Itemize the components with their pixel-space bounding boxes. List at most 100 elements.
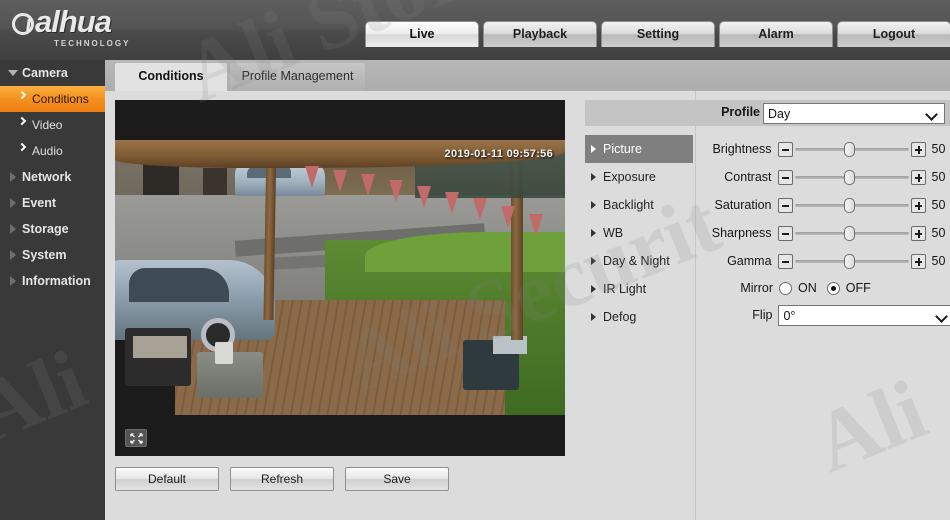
- fullscreen-icon[interactable]: [125, 429, 147, 447]
- brightness-slider-thumb[interactable]: [843, 141, 855, 157]
- triangle-right-icon: [591, 173, 596, 181]
- profile-bar: Profile Day: [585, 100, 950, 126]
- gamma-increase-button[interactable]: [910, 253, 926, 269]
- submenu-item-wb[interactable]: WB: [585, 219, 693, 247]
- mirror-off-radio[interactable]: [826, 281, 840, 295]
- brightness-label: Brightness: [712, 142, 772, 156]
- submenu-item-defog[interactable]: Defog: [585, 303, 693, 331]
- mirror-row: Mirror ON OFF: [705, 275, 950, 301]
- flip-label: Flip: [752, 308, 773, 322]
- saturation-decrease-button[interactable]: [777, 197, 793, 213]
- sidebar-item-label: Network: [22, 170, 72, 184]
- flip-select[interactable]: 0°: [778, 304, 950, 326]
- gamma-value: 50: [931, 254, 946, 268]
- gamma-slider-thumb[interactable]: [843, 253, 855, 269]
- gamma-slider[interactable]: [794, 253, 909, 269]
- mirror-label: Mirror: [740, 281, 773, 295]
- settings-submenu: Picture Exposure Backlight WB Day & Nigh…: [585, 135, 693, 331]
- sidebar-item-event[interactable]: Event: [0, 190, 105, 216]
- triangle-right-icon: [591, 229, 596, 237]
- saturation-increase-button[interactable]: [910, 197, 926, 213]
- contrast-decrease-button[interactable]: [777, 169, 793, 185]
- sharpness-increase-button[interactable]: [910, 225, 926, 241]
- brand-name-label: alhua: [35, 4, 112, 39]
- sharpness-slider-thumb[interactable]: [843, 225, 855, 241]
- brightness-value: 50: [931, 142, 946, 156]
- sharpness-label: Sharpness: [711, 226, 772, 240]
- sidebar-item-label: Conditions: [32, 92, 89, 106]
- chevron-down-icon: [935, 309, 948, 323]
- contrast-slider[interactable]: [794, 169, 909, 185]
- sidebar-item-camera[interactable]: Camera: [0, 60, 105, 86]
- sidebar-item-conditions[interactable]: Conditions: [0, 86, 105, 112]
- brightness-increase-button[interactable]: [910, 141, 926, 157]
- video-scene-image: [115, 140, 565, 415]
- brightness-decrease-button[interactable]: [777, 141, 793, 157]
- saturation-slider-thumb[interactable]: [843, 197, 855, 213]
- gamma-decrease-button[interactable]: [777, 253, 793, 269]
- triangle-right-icon: [10, 276, 16, 286]
- sidebar-item-storage[interactable]: Storage: [0, 216, 105, 242]
- nav-tab-alarm[interactable]: Alarm: [719, 21, 833, 47]
- tab-conditions[interactable]: Conditions: [115, 63, 227, 91]
- sharpness-slider[interactable]: [794, 225, 909, 241]
- contrast-label: Contrast: [724, 170, 772, 184]
- chevron-down-icon: [8, 70, 18, 76]
- submenu-item-picture[interactable]: Picture: [585, 135, 693, 163]
- nav-tab-logout[interactable]: Logout: [837, 21, 950, 47]
- sidebar-item-system[interactable]: System: [0, 242, 105, 268]
- gamma-label: Gamma: [727, 254, 772, 268]
- app-header: alhua TECHNOLOGY Live Playback Setting A…: [0, 0, 950, 60]
- submenu-item-day-and-night[interactable]: Day & Night: [585, 247, 693, 275]
- chevron-right-icon: [17, 90, 27, 100]
- saturation-slider[interactable]: [794, 197, 909, 213]
- slider-row-contrast: Contrast 50: [705, 163, 950, 191]
- sidebar-item-label: Audio: [32, 144, 63, 158]
- sharpness-value: 50: [931, 226, 946, 240]
- contrast-increase-button[interactable]: [910, 169, 926, 185]
- brightness-slider[interactable]: [794, 141, 909, 157]
- scene-car-window: [129, 268, 229, 302]
- flip-select-value: 0°: [783, 308, 796, 323]
- submenu-item-backlight[interactable]: Backlight: [585, 191, 693, 219]
- refresh-button[interactable]: Refresh: [230, 467, 334, 491]
- top-navigation: Live Playback Setting Alarm Logout: [365, 21, 950, 47]
- sharpness-decrease-button[interactable]: [777, 225, 793, 241]
- submenu-item-exposure[interactable]: Exposure: [585, 163, 693, 191]
- nav-tab-setting[interactable]: Setting: [601, 21, 715, 47]
- submenu-item-label: Picture: [603, 142, 642, 156]
- save-button[interactable]: Save: [345, 467, 449, 491]
- submenu-item-label: IR Light: [603, 282, 647, 296]
- saturation-label: Saturation: [714, 198, 772, 212]
- sidebar-item-network[interactable]: Network: [0, 164, 105, 190]
- sidebar: Camera Conditions Video Audio Network Ev…: [0, 60, 105, 520]
- brand-tagline: TECHNOLOGY: [54, 39, 131, 48]
- nav-tab-playback[interactable]: Playback: [483, 21, 597, 47]
- sidebar-item-information[interactable]: Information: [0, 268, 105, 294]
- panel-divider: [695, 91, 696, 520]
- picture-controls: Brightness 50 Contrast 50 Saturation 50: [705, 135, 950, 329]
- submenu-item-label: WB: [603, 226, 624, 240]
- sidebar-item-video[interactable]: Video: [0, 112, 105, 138]
- mirror-on-label: ON: [798, 281, 817, 295]
- sidebar-item-label: Video: [32, 118, 63, 132]
- slider-row-gamma: Gamma 50: [705, 247, 950, 275]
- contrast-value: 50: [931, 170, 946, 184]
- submenu-item-ir-light[interactable]: IR Light: [585, 275, 693, 303]
- video-preview[interactable]: 2019-01-11 09:57:56: [115, 100, 565, 456]
- scene-bucket: [215, 342, 233, 364]
- mirror-on-radio[interactable]: [779, 281, 792, 295]
- contrast-slider-thumb[interactable]: [843, 169, 855, 185]
- tab-profile-management[interactable]: Profile Management: [230, 63, 365, 91]
- saturation-value: 50: [931, 198, 946, 212]
- dahua-mark-icon: [12, 13, 34, 35]
- sidebar-item-audio[interactable]: Audio: [0, 138, 105, 164]
- profile-select-value: Day: [768, 107, 791, 121]
- sidebar-item-label: Information: [22, 274, 91, 288]
- nav-tab-live[interactable]: Live: [365, 21, 479, 47]
- sidebar-item-label: System: [22, 248, 67, 262]
- default-button[interactable]: Default: [115, 467, 219, 491]
- profile-select[interactable]: Day: [763, 103, 945, 124]
- triangle-right-icon: [10, 172, 16, 182]
- chevron-down-icon: [925, 108, 938, 121]
